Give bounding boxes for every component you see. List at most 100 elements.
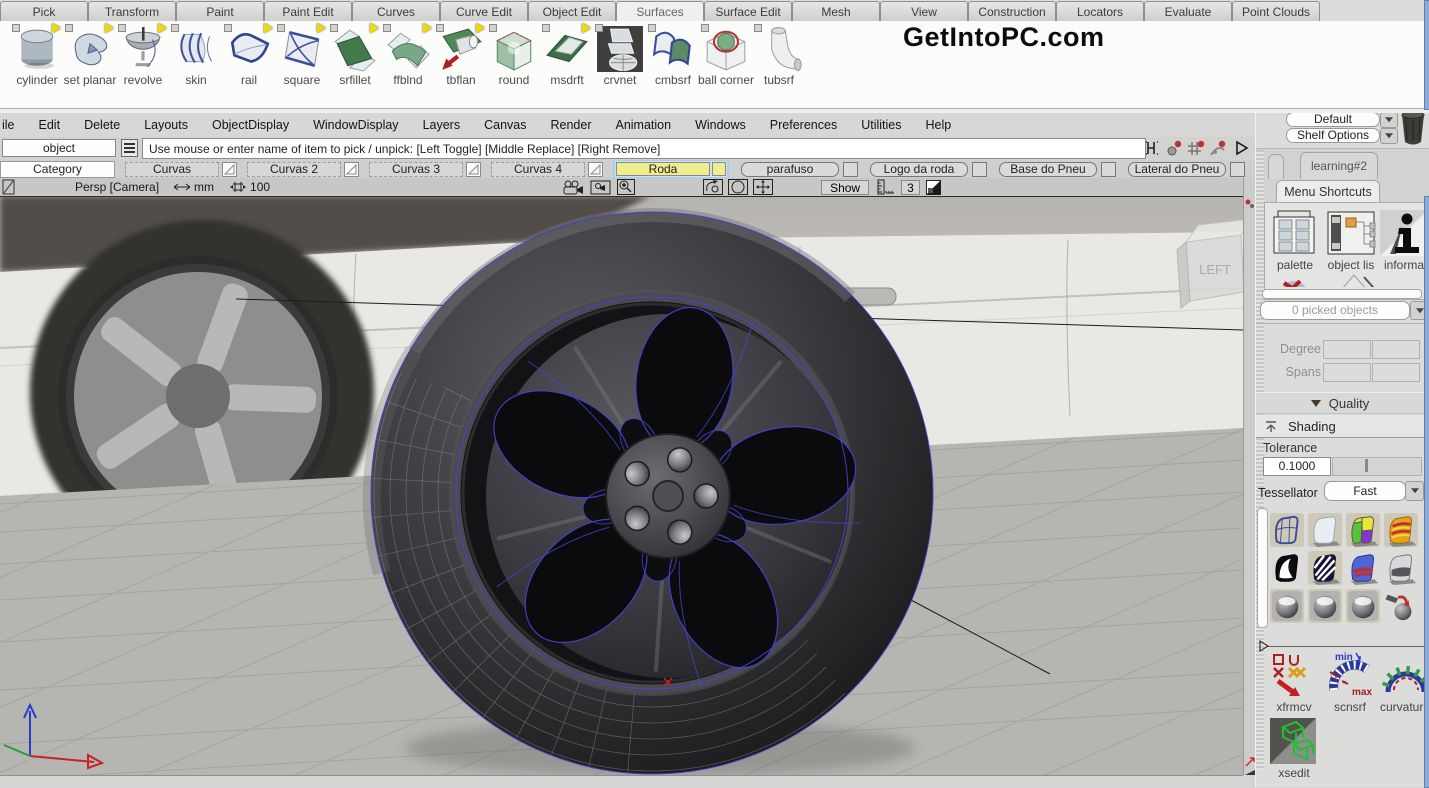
tab-pick[interactable]: Pick xyxy=(0,1,88,21)
layer-checkbox[interactable] xyxy=(972,162,987,177)
layer-checkbox[interactable] xyxy=(1230,162,1245,177)
shelf-options-arrow-icon[interactable] xyxy=(1380,128,1398,144)
ruler-icon[interactable] xyxy=(877,179,895,195)
menu-delete[interactable]: Delete xyxy=(72,118,132,132)
layer-checkbox[interactable] xyxy=(843,162,858,177)
shelf-tool-revolve[interactable]: revolve xyxy=(118,23,168,87)
degree-field-1[interactable] xyxy=(1323,340,1371,359)
slider-thumb[interactable] xyxy=(1365,459,1368,472)
tab-construction[interactable]: Construction xyxy=(968,1,1056,21)
menu-animation[interactable]: Animation xyxy=(603,118,683,132)
shelf-scrollbar[interactable] xyxy=(1424,0,1429,110)
layer-lateral-do-pneu[interactable]: Lateral do Pneu xyxy=(1128,162,1226,177)
perspective-viewport[interactable]: LEFT xyxy=(0,196,1243,775)
tool-checkbox[interactable] xyxy=(118,24,126,32)
layer-curvas-4[interactable]: Curvas 4 xyxy=(491,162,585,177)
menu-layouts[interactable]: Layouts xyxy=(132,118,200,132)
tolerance-value-field[interactable]: 0.1000 xyxy=(1263,457,1331,476)
popup-arrow-icon[interactable] xyxy=(582,23,591,33)
tool-checkbox[interactable] xyxy=(754,24,762,32)
tool-checkbox[interactable] xyxy=(489,24,497,32)
shelf-tool-tbflan[interactable]: tbflan xyxy=(436,23,486,87)
menu-canvas[interactable]: Canvas xyxy=(472,118,538,132)
layer-curvas-3[interactable]: Curvas 3 xyxy=(369,162,463,177)
expand-arrow-icon[interactable] xyxy=(1234,140,1249,156)
spans-field-2[interactable] xyxy=(1372,363,1420,382)
menu-preferences[interactable]: Preferences xyxy=(758,118,849,132)
shade-multicolor-icon[interactable] xyxy=(1346,513,1380,547)
layer-roda-checkbox[interactable] xyxy=(712,162,726,176)
shade-wireframe-icon[interactable] xyxy=(1270,513,1304,547)
viewport-menu-icon[interactable] xyxy=(2,179,15,195)
popup-arrow-icon[interactable] xyxy=(158,23,167,33)
camera-icon[interactable] xyxy=(562,180,584,195)
preset-dropdown-arrow-icon[interactable] xyxy=(1380,112,1398,128)
shelf-tool-crvnet[interactable]: crvnet xyxy=(595,23,645,87)
menu-windows[interactable]: Windows xyxy=(683,118,758,132)
tab-paint[interactable]: Paint xyxy=(176,1,264,21)
tool-checkbox[interactable] xyxy=(65,24,73,32)
splitter-arrow-icon[interactable] xyxy=(1258,640,1270,652)
xsedit-icon[interactable] xyxy=(1270,718,1316,764)
popup-arrow-icon[interactable] xyxy=(317,23,326,33)
tab-paint-edit[interactable]: Paint Edit xyxy=(264,1,352,21)
panel-scrollbar[interactable] xyxy=(1424,196,1429,788)
zoom-magnifier-icon[interactable] xyxy=(617,179,635,195)
popup-arrow-icon[interactable] xyxy=(264,23,273,33)
tab-transform[interactable]: Transform xyxy=(88,1,176,21)
viewport-title[interactable]: Persp [Camera] xyxy=(75,180,159,194)
tab-view[interactable]: View xyxy=(880,1,968,21)
tab-surfaces[interactable]: Surfaces xyxy=(616,1,704,21)
wheel-model[interactable] xyxy=(371,212,933,774)
render-ball-icon[interactable] xyxy=(1308,589,1342,623)
popup-arrow-icon[interactable] xyxy=(476,23,485,33)
layer-curvas[interactable]: Curvas xyxy=(125,162,219,177)
tool-checkbox[interactable] xyxy=(383,24,391,32)
tab-surface-edit[interactable]: Surface Edit xyxy=(704,1,792,21)
circle-select-icon[interactable] xyxy=(728,179,748,195)
layer-logo-da-roda[interactable]: Logo da roda xyxy=(870,162,968,177)
tab-locators[interactable]: Locators xyxy=(1056,1,1144,21)
tool-checkbox[interactable] xyxy=(595,24,603,32)
shelf-tab-stub[interactable] xyxy=(1268,154,1284,179)
tab-curve-edit[interactable]: Curve Edit xyxy=(440,1,528,21)
information-icon[interactable] xyxy=(1380,210,1428,256)
window-layout-icon[interactable] xyxy=(926,180,941,195)
shade-stripes-icon[interactable] xyxy=(1384,513,1418,547)
tessellator-arrow-icon[interactable] xyxy=(1405,481,1424,501)
tolerance-slider[interactable] xyxy=(1332,457,1422,476)
popup-arrow-icon[interactable] xyxy=(52,23,61,33)
layer-curvas-2[interactable]: Curvas 2 xyxy=(247,162,341,177)
spray-render-icon[interactable] xyxy=(1384,589,1418,623)
layer-checkbox[interactable] xyxy=(1101,162,1116,177)
shelf-tool-set-planar[interactable]: set planar xyxy=(65,23,115,87)
tool-checkbox[interactable] xyxy=(330,24,338,32)
layer-state-icon[interactable] xyxy=(222,162,237,177)
rotate-view-icon[interactable] xyxy=(703,179,723,195)
shade-curvature-bw-icon[interactable] xyxy=(1270,551,1304,585)
tab-menu-shortcuts[interactable]: Menu Shortcuts xyxy=(1276,180,1380,203)
menu-help[interactable]: Help xyxy=(914,118,964,132)
popup-arrow-icon[interactable] xyxy=(423,23,432,33)
tab-mesh[interactable]: Mesh xyxy=(792,1,880,21)
shelf-tool-skin[interactable]: skin xyxy=(171,23,221,87)
xfrmcv-icon[interactable] xyxy=(1270,652,1316,698)
layer-state-icon[interactable] xyxy=(466,162,481,177)
tab-object-edit[interactable]: Object Edit xyxy=(528,1,616,21)
scnsrf-icon[interactable]: minmax xyxy=(1326,650,1374,698)
shading-section-header[interactable]: Shading xyxy=(1256,415,1424,438)
tool-checkbox[interactable] xyxy=(171,24,179,32)
layer-base-do-pneu[interactable]: Base do Pneu xyxy=(999,162,1097,177)
shade-solid-icon[interactable] xyxy=(1308,513,1342,547)
layer-category-button[interactable]: Category xyxy=(0,161,115,178)
pick-object-selector[interactable]: object xyxy=(2,139,116,157)
tessellator-dropdown[interactable]: Fast xyxy=(1324,481,1406,501)
layer-state-icon[interactable] xyxy=(588,162,603,177)
quality-section-header[interactable]: Quality xyxy=(1256,392,1424,414)
menu-render[interactable]: Render xyxy=(538,118,603,132)
tool-checkbox[interactable] xyxy=(277,24,285,32)
shelf-tool-cylinder[interactable]: cylinder xyxy=(12,23,62,87)
shelf-tool-ffblnd[interactable]: ffblnd xyxy=(383,23,433,87)
popup-arrow-icon[interactable] xyxy=(370,23,379,33)
shade-zebra-icon[interactable] xyxy=(1308,551,1342,585)
